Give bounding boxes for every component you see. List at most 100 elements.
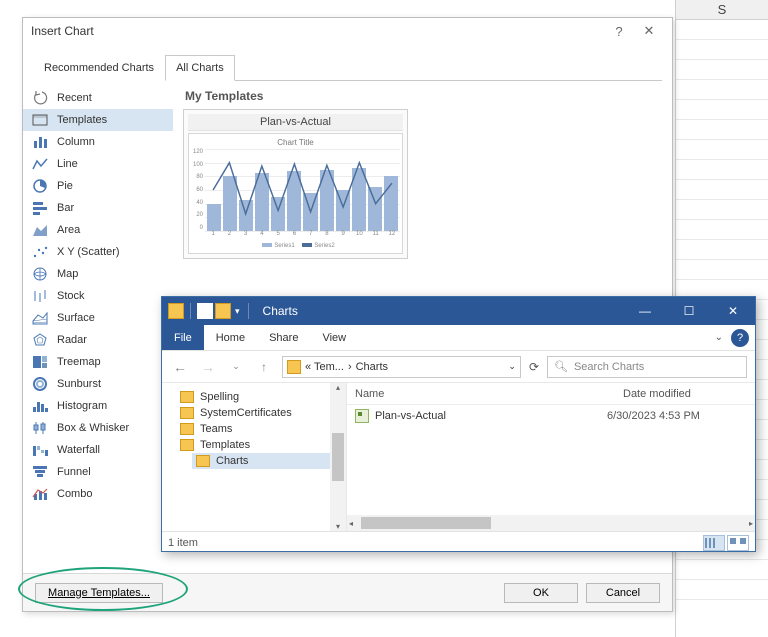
close-button[interactable]: ✕ xyxy=(634,23,664,39)
column-header-S[interactable]: S xyxy=(676,0,768,20)
manage-templates-button[interactable]: Manage Templates... xyxy=(35,583,163,603)
templates-icon xyxy=(31,112,49,128)
category-radar[interactable]: Radar xyxy=(23,329,173,351)
refresh-button[interactable]: ⟳ xyxy=(529,360,539,374)
category-stock[interactable]: Stock xyxy=(23,285,173,307)
pie-icon xyxy=(31,178,49,194)
explorer-tree[interactable]: Spelling SystemCertificates Teams Templa… xyxy=(162,383,347,531)
category-funnel[interactable]: Funnel xyxy=(23,461,173,483)
sunburst-icon xyxy=(31,376,49,392)
ribbon-view[interactable]: View xyxy=(310,325,358,350)
category-sunburst[interactable]: Sunburst xyxy=(23,373,173,395)
category-recent[interactable]: Recent xyxy=(23,87,173,109)
recent-icon xyxy=(31,90,49,106)
tree-item-templates[interactable]: Templates xyxy=(176,437,344,453)
category-waterfall[interactable]: Waterfall xyxy=(23,439,173,461)
explorer-titlebar[interactable]: ✓ ▾ Charts — ☐ ✕ xyxy=(162,297,755,325)
minimize-button[interactable]: — xyxy=(623,297,667,325)
recent-locations-button[interactable]: ⌄ xyxy=(226,361,246,372)
category-column[interactable]: Column xyxy=(23,131,173,153)
qat-icon-2[interactable] xyxy=(215,303,231,319)
file-row[interactable]: Plan-vs-Actual 6/30/2023 4:53 PM xyxy=(347,405,755,427)
dialog-titlebar[interactable]: Insert Chart ? ✕ xyxy=(23,18,672,44)
explorer-window-title: Charts xyxy=(259,304,623,318)
chart-category-list: Recent Templates Column Line Pie Bar Are… xyxy=(23,81,173,586)
radar-icon xyxy=(31,332,49,348)
category-box-whisker[interactable]: Box & Whisker xyxy=(23,417,173,439)
category-surface[interactable]: Surface xyxy=(23,307,173,329)
area-icon xyxy=(31,222,49,238)
breadcrumb-prefix[interactable]: « Tem... xyxy=(305,361,344,373)
preview-section-title: My Templates xyxy=(185,89,662,103)
dialog-tabs: Recommended Charts All Charts xyxy=(33,54,662,81)
tree-item-systemcertificates[interactable]: SystemCertificates xyxy=(176,405,344,421)
breadcrumb-bar[interactable]: « Tem... › Charts ⌄ xyxy=(282,356,521,378)
up-button[interactable]: ↑ xyxy=(254,360,274,374)
dialog-footer: Manage Templates... OK Cancel xyxy=(23,573,672,611)
category-templates[interactable]: Templates xyxy=(23,109,173,131)
category-combo[interactable]: Combo xyxy=(23,483,173,505)
category-bar[interactable]: Bar xyxy=(23,197,173,219)
cancel-button[interactable]: Cancel xyxy=(586,583,660,603)
category-pie[interactable]: Pie xyxy=(23,175,173,197)
category-treemap[interactable]: Treemap xyxy=(23,351,173,373)
ribbon-file[interactable]: File xyxy=(162,325,204,350)
status-item-count: 1 item xyxy=(168,537,198,549)
chart-title-label: Chart Title xyxy=(191,138,400,147)
combo-icon xyxy=(31,486,49,502)
ok-button[interactable]: OK xyxy=(504,583,578,603)
column-name[interactable]: Name xyxy=(347,388,615,400)
ribbon-expand-icon[interactable]: ⌄ xyxy=(715,332,723,343)
tab-all-charts[interactable]: All Charts xyxy=(165,55,235,81)
tree-item-spelling[interactable]: Spelling xyxy=(176,389,344,405)
ribbon-home[interactable]: Home xyxy=(204,325,257,350)
ribbon-share[interactable]: Share xyxy=(257,325,310,350)
category-line[interactable]: Line xyxy=(23,153,173,175)
chart-preview: 120100806040200 123456789101112 xyxy=(205,149,400,241)
maximize-button[interactable]: ☐ xyxy=(667,297,711,325)
explorer-file-list[interactable]: Name Date modified Plan-vs-Actual 6/30/2… xyxy=(347,383,755,531)
column-date[interactable]: Date modified xyxy=(615,388,755,400)
folder-icon xyxy=(180,391,194,403)
category-area[interactable]: Area xyxy=(23,219,173,241)
tree-scrollbar[interactable]: ▴ ▾ xyxy=(330,383,346,531)
file-name: Plan-vs-Actual xyxy=(375,410,607,422)
forward-button[interactable]: → xyxy=(198,359,218,375)
explorer-status-bar: 1 item xyxy=(162,531,755,553)
tree-item-charts[interactable]: Charts xyxy=(192,453,344,469)
category-histogram[interactable]: Histogram xyxy=(23,395,173,417)
scrollbar-thumb[interactable] xyxy=(361,517,491,529)
help-button[interactable]: ? xyxy=(604,24,634,39)
stock-icon xyxy=(31,288,49,304)
breadcrumb-separator-icon: › xyxy=(348,361,352,373)
template-name: Plan-vs-Actual xyxy=(188,114,403,131)
treemap-icon xyxy=(31,354,49,370)
search-icon: 🔍︎ xyxy=(554,360,568,373)
template-thumbnail[interactable]: Plan-vs-Actual Chart Title 1201008060402… xyxy=(183,109,408,259)
map-icon xyxy=(31,266,49,282)
surface-icon xyxy=(31,310,49,326)
explorer-help-button[interactable]: ? xyxy=(731,329,749,347)
tab-recommended-charts[interactable]: Recommended Charts xyxy=(33,55,165,81)
explorer-ribbon: File Home Share View ⌄ ? xyxy=(162,325,755,351)
search-placeholder: Search Charts xyxy=(574,361,644,373)
funnel-icon xyxy=(31,464,49,480)
qat-icon-1[interactable]: ✓ xyxy=(197,303,213,319)
waterfall-icon xyxy=(31,442,49,458)
list-hscrollbar[interactable]: ◂ ▸ xyxy=(347,515,755,531)
explorer-close-button[interactable]: ✕ xyxy=(711,297,755,325)
tree-item-teams[interactable]: Teams xyxy=(176,421,344,437)
large-icons-view-button[interactable] xyxy=(727,535,749,551)
file-date: 6/30/2023 4:53 PM xyxy=(607,410,747,422)
details-view-button[interactable] xyxy=(703,535,725,551)
chart-legend: Series1 Series2 xyxy=(191,243,400,249)
scrollbar-thumb[interactable] xyxy=(332,433,344,481)
folder-icon xyxy=(180,439,194,451)
category-scatter[interactable]: X Y (Scatter) xyxy=(23,241,173,263)
category-map[interactable]: Map xyxy=(23,263,173,285)
breadcrumb-current[interactable]: Charts xyxy=(356,361,388,373)
box-whisker-icon xyxy=(31,420,49,436)
back-button[interactable]: ← xyxy=(170,359,190,375)
breadcrumb-dropdown-icon[interactable]: ⌄ xyxy=(508,361,516,372)
search-box[interactable]: 🔍︎ Search Charts xyxy=(547,356,747,378)
